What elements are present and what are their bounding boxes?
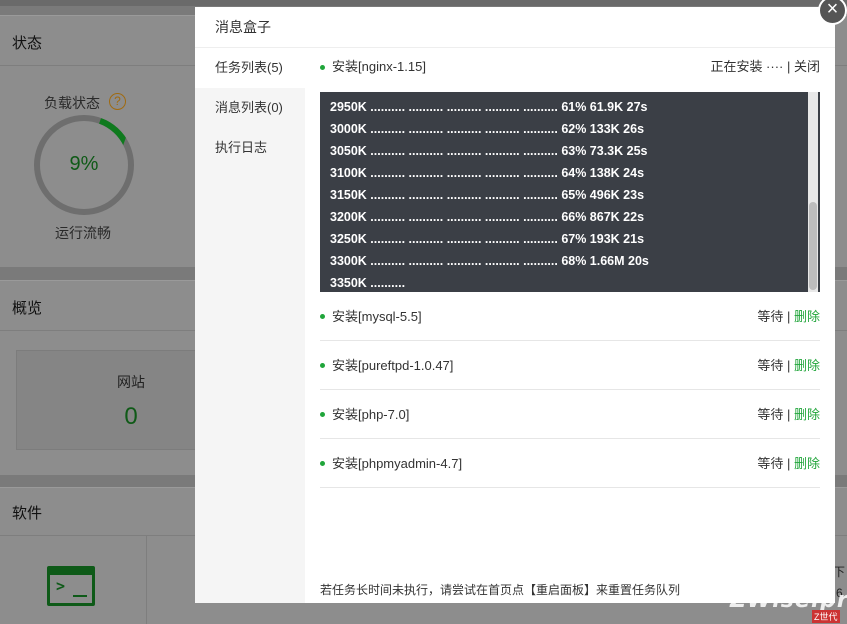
task-actions: 等待 | 删除 bbox=[757, 309, 820, 324]
install-log-console[interactable]: 2950K .......... .......... .......... .… bbox=[320, 92, 820, 292]
status-title: 状态 bbox=[12, 35, 43, 52]
task-name: 安装[nginx-1.15] bbox=[332, 59, 426, 74]
task-status: 等待 bbox=[757, 407, 784, 422]
log-line: 3000K .......... .......... .......... .… bbox=[330, 122, 645, 136]
load-desc: 运行流畅 bbox=[55, 225, 111, 241]
task-name: 安装[php-7.0] bbox=[332, 407, 410, 422]
delete-task-link[interactable]: 删除 bbox=[794, 407, 820, 422]
queued-task: 安装[pureftpd-1.0.47] 等待 | 删除 bbox=[320, 341, 820, 390]
log-line: 3100K .......... .......... .......... .… bbox=[330, 166, 645, 180]
task-actions: 正在安装 ···· | 关闭 bbox=[710, 48, 820, 86]
log-line: 3050K .......... .......... .......... .… bbox=[330, 144, 648, 158]
task-actions: 等待 | 删除 bbox=[757, 456, 820, 471]
log-line: 3200K .......... .......... .......... .… bbox=[330, 210, 645, 224]
task-list-content: 安装[nginx-1.15] 正在安装 ···· | 关闭 2950K ....… bbox=[320, 48, 820, 603]
tab-message-list[interactable]: 消息列表(0) bbox=[195, 88, 305, 128]
task-status: 等待 bbox=[757, 456, 784, 471]
message-box-modal: 消息盒子 任务列表(5) 消息列表(0) 执行日志 安装[nginx-1.15]… bbox=[195, 7, 835, 603]
task-status: 等待 bbox=[757, 358, 784, 373]
log-line: 2950K .......... .......... .......... .… bbox=[330, 100, 648, 114]
queued-task: 安装[php-7.0] 等待 | 删除 bbox=[320, 390, 820, 439]
task-status: 等待 bbox=[757, 309, 784, 324]
watermark-sub: Z世代 bbox=[812, 610, 840, 623]
log-line: 3300K .......... .......... .......... .… bbox=[330, 254, 649, 268]
top-bar bbox=[0, 0, 847, 6]
modal-sidebar: 任务列表(5) 消息列表(0) 执行日志 bbox=[195, 48, 305, 603]
status-dot-icon bbox=[320, 461, 325, 466]
overview-title: 概览 bbox=[12, 300, 43, 317]
task-name: 安装[pureftpd-1.0.47] bbox=[332, 358, 454, 373]
terminal-icon[interactable]: > bbox=[47, 566, 95, 606]
current-task: 安装[nginx-1.15] 正在安装 ···· | 关闭 bbox=[320, 48, 820, 86]
delete-task-link[interactable]: 删除 bbox=[794, 309, 820, 324]
software-title: 软件 bbox=[12, 505, 43, 522]
task-status: 正在安装 ···· bbox=[710, 59, 787, 74]
tab-execution-log[interactable]: 执行日志 bbox=[195, 128, 305, 168]
log-line: 3350K .......... bbox=[330, 276, 406, 290]
divider bbox=[146, 536, 147, 624]
load-label: 负载状态 bbox=[44, 95, 100, 111]
queued-task: 安装[phpmyadmin-4.7] 等待 | 删除 bbox=[320, 439, 820, 488]
status-dot-icon bbox=[320, 363, 325, 368]
task-name: 安装[mysql-5.5] bbox=[332, 309, 422, 324]
queued-task: 安装[mysql-5.5] 等待 | 删除 bbox=[320, 292, 820, 341]
footer-note: 若任务长时间未执行，请尝试在首页点【重启面板】来重置任务队列 bbox=[320, 583, 681, 597]
task-name: 安装[phpmyadmin-4.7] bbox=[332, 456, 463, 471]
tab-task-list[interactable]: 任务列表(5) bbox=[195, 48, 305, 88]
log-scrollbar-thumb[interactable] bbox=[809, 202, 817, 290]
status-dot-icon bbox=[320, 314, 325, 319]
modal-title: 消息盒子 bbox=[195, 7, 835, 48]
help-icon[interactable]: ? bbox=[109, 93, 126, 110]
delete-task-link[interactable]: 删除 bbox=[794, 358, 820, 373]
log-line: 3150K .......... .......... .......... .… bbox=[330, 188, 645, 202]
load-value: 9% bbox=[69, 153, 99, 175]
task-actions: 等待 | 删除 bbox=[757, 358, 820, 373]
task-actions: 等待 | 删除 bbox=[757, 407, 820, 422]
close-task-link[interactable]: 关闭 bbox=[790, 59, 820, 74]
delete-task-link[interactable]: 删除 bbox=[794, 456, 820, 471]
status-dot-icon bbox=[320, 412, 325, 417]
status-dot-icon bbox=[320, 65, 325, 70]
log-line: 3250K .......... .......... .......... .… bbox=[330, 232, 645, 246]
